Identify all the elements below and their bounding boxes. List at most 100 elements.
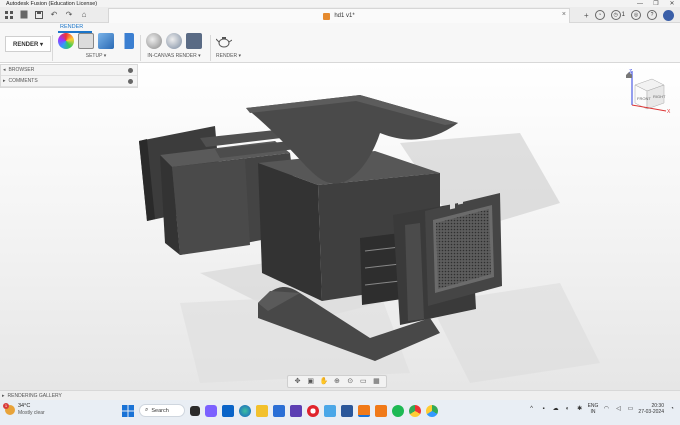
expand-arrow-icon[interactable]: ▸: [3, 78, 6, 84]
job-status-icon: ◷: [610, 10, 621, 20]
browser-row[interactable]: ◂ BROWSER: [1, 65, 137, 76]
weather-icon: 1: [3, 403, 15, 415]
security-icon[interactable]: ◐: [564, 405, 572, 413]
volume-icon[interactable]: ◁: [614, 405, 622, 413]
job-status[interactable]: ◷ 1: [610, 10, 625, 20]
fit-icon[interactable]: ⊙: [346, 378, 354, 386]
ribbon-separator: [210, 35, 211, 61]
edge-icon[interactable]: [239, 404, 251, 417]
expand-arrow-icon[interactable]: ◂: [3, 67, 6, 73]
render-settings-icon[interactable]: [166, 33, 182, 49]
navigation-bar: ✥ ▣ ✋ ⊕ ⊙ ▭ ▦: [287, 375, 387, 388]
user-avatar[interactable]: [663, 9, 674, 21]
orbit-icon[interactable]: ✥: [294, 378, 302, 386]
clock[interactable]: 20:30 27-03-2024: [638, 403, 664, 415]
wifi-icon[interactable]: ◠: [602, 405, 610, 413]
language-indicator[interactable]: ENG IN: [588, 403, 599, 415]
decal-icon[interactable]: [118, 33, 134, 49]
canvas-viewport[interactable]: FRONT RIGHT Z X: [0, 63, 680, 390]
rendering-gallery-bar[interactable]: ▸ RENDERING GALLERY: [0, 390, 680, 400]
redo-icon[interactable]: ↷: [63, 9, 75, 21]
taskbar-apps: ⌕ Search: [122, 404, 438, 417]
fusion-app-icon[interactable]: [358, 404, 370, 417]
look-at-icon[interactable]: ▣: [307, 378, 315, 386]
display-settings-icon[interactable]: ▭: [359, 378, 367, 386]
add-comment-icon[interactable]: [128, 78, 133, 84]
bluetooth-icon[interactable]: ✱: [576, 405, 584, 413]
workspace-switcher[interactable]: RENDER ▾: [5, 36, 51, 52]
close-window-button[interactable]: ✕: [664, 0, 680, 7]
maximize-button[interactable]: ❐: [648, 0, 664, 7]
taskbar-search[interactable]: ⌕ Search: [139, 404, 185, 417]
notepad-icon[interactable]: [324, 404, 336, 417]
task-view-icon[interactable]: [190, 405, 200, 416]
right-toolbar: + ◔ ◷ 1 ◎ ?: [584, 8, 674, 22]
battery-icon[interactable]: ▭: [626, 405, 634, 413]
ribbon: RENDER RENDER ▾ SETUP ▾ IN-CANVAS RENDER…: [0, 23, 680, 63]
weather-condition: Mostly clear: [18, 410, 45, 416]
file-explorer-icon[interactable]: [256, 404, 268, 417]
notifications-bell-icon[interactable]: ◔: [668, 405, 676, 413]
render-teapot-icon[interactable]: [215, 33, 233, 49]
viewcube-right[interactable]: RIGHT: [653, 94, 666, 99]
close-tab-button[interactable]: ×: [562, 11, 566, 18]
extensions-icon[interactable]: ◔: [594, 10, 605, 20]
axis-x-label: X: [667, 109, 671, 115]
notifications-icon[interactable]: ◎: [631, 10, 641, 20]
pan-icon[interactable]: ✋: [320, 378, 329, 386]
fan-grille[interactable]: [425, 193, 502, 306]
spotify-icon[interactable]: [392, 404, 404, 417]
help-icon[interactable]: ?: [647, 10, 657, 20]
in-canvas-render-icon[interactable]: [146, 33, 162, 49]
mail-icon[interactable]: [222, 404, 234, 417]
weather-temp: 34°C: [18, 403, 31, 409]
job-count: 1: [621, 12, 625, 18]
browser-panel: ◂ BROWSER ▸ COMMENTS: [0, 64, 138, 88]
save-icon[interactable]: [33, 9, 45, 21]
visual-studio-icon[interactable]: [290, 404, 302, 417]
model-render: FRONT RIGHT Z X: [139, 69, 671, 383]
viewcube[interactable]: FRONT RIGHT Z X: [629, 69, 671, 115]
new-tab-icon[interactable]: +: [584, 11, 589, 20]
document-tab[interactable]: hd1 v1* ×: [108, 8, 570, 23]
minimize-button[interactable]: —: [632, 1, 648, 7]
app-grid-icon[interactable]: [3, 9, 15, 21]
texture-map-icon[interactable]: [98, 33, 114, 49]
appearance-icon[interactable]: [58, 33, 74, 49]
word-icon[interactable]: [341, 404, 353, 417]
store-icon[interactable]: [273, 404, 285, 417]
home-icon[interactable]: ⌂: [78, 9, 90, 21]
tab-render[interactable]: RENDER: [60, 24, 83, 30]
opera-icon[interactable]: [307, 404, 319, 417]
windows-start-icon[interactable]: [122, 404, 134, 417]
panel-pin-icon[interactable]: [128, 67, 133, 73]
scene-settings-icon[interactable]: [78, 33, 94, 49]
chat-icon[interactable]: [205, 404, 217, 417]
rendering-gallery-label: RENDERING GALLERY: [7, 392, 62, 399]
zoom-icon[interactable]: ⊕: [333, 378, 341, 386]
file-menu-icon[interactable]: [18, 9, 30, 21]
grid-settings-icon[interactable]: ▦: [372, 378, 380, 386]
weather-badge: 1: [3, 403, 9, 409]
gallery-arrow-icon[interactable]: ▸: [2, 393, 5, 399]
fusion-app-icon-2[interactable]: [375, 404, 387, 417]
viewcube-front[interactable]: FRONT: [637, 96, 651, 101]
window-titlebar: Autodesk Fusion (Education License) — ❐ …: [0, 0, 680, 7]
in-canvas-render-label[interactable]: IN-CANVAS RENDER ▾: [146, 53, 202, 59]
chrome-icon[interactable]: [409, 404, 421, 417]
document-name: hd1 v1*: [334, 13, 355, 19]
ribbon-separator: [140, 35, 141, 61]
in-canvas-render-group: IN-CANVAS RENDER ▾: [146, 33, 202, 59]
show-hidden-icons[interactable]: ^: [528, 405, 536, 413]
setup-group-label[interactable]: SETUP ▾: [58, 53, 134, 59]
undo-icon[interactable]: ↶: [48, 9, 60, 21]
onedrive-icon[interactable]: ☁: [552, 405, 560, 413]
comments-row[interactable]: ▸ COMMENTS: [1, 76, 137, 87]
system-tray: ^ ▪ ☁ ◐ ✱ ENG IN ◠ ◁ ▭ 20:30 27-03-2024 …: [528, 403, 676, 415]
chrome-profile-icon[interactable]: [426, 404, 438, 417]
capture-image-icon[interactable]: [186, 33, 202, 49]
nvidia-icon[interactable]: ▪: [540, 405, 548, 413]
weather-widget[interactable]: 1 34°C Mostly clear: [3, 403, 45, 417]
design-file-icon: [323, 12, 331, 20]
render-group-label[interactable]: RENDER ▾: [216, 53, 241, 59]
